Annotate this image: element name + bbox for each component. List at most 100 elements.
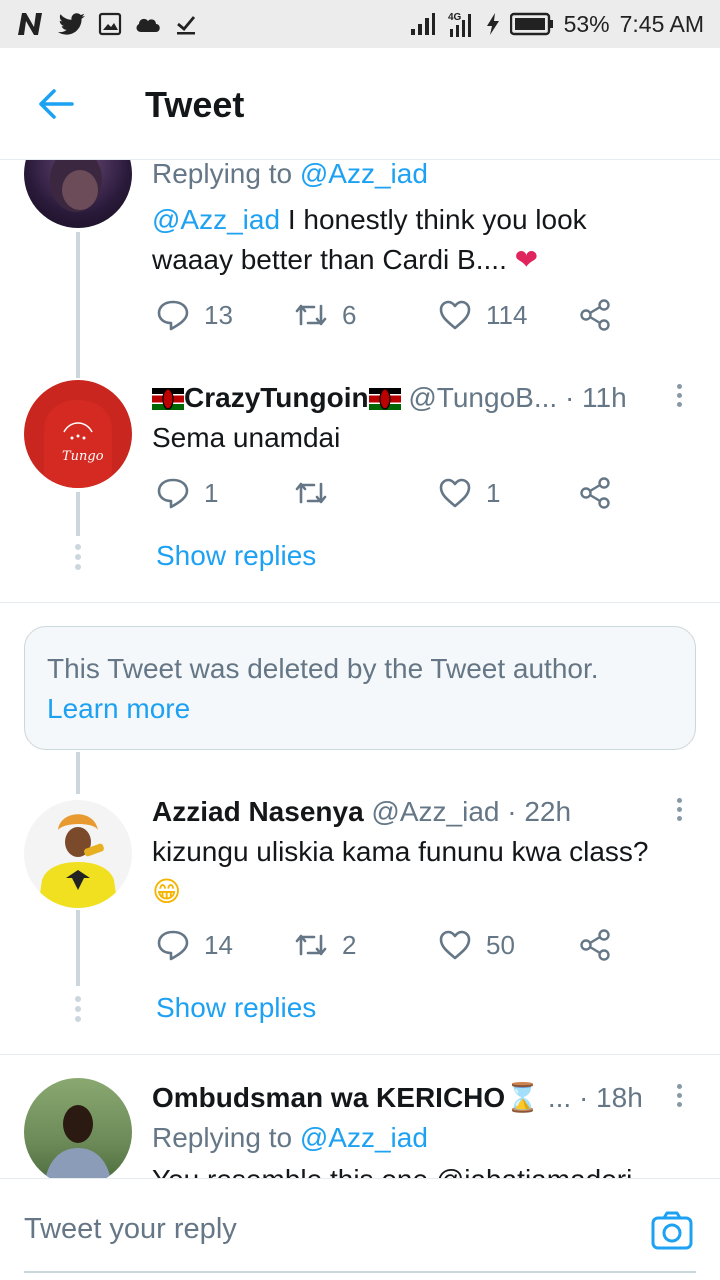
- more-options-icon[interactable]: [674, 384, 684, 411]
- like-action[interactable]: 1: [438, 476, 500, 510]
- download-check-icon: [177, 16, 196, 35]
- thread-line: [76, 910, 80, 986]
- avatar[interactable]: Tungo: [24, 380, 132, 488]
- like-action[interactable]: 114: [438, 298, 527, 332]
- tweet-text-line: kizungu uliskia kama fununu kwa class?: [152, 836, 649, 867]
- signal-icon: [410, 13, 435, 35]
- reply-icon: [157, 478, 189, 509]
- status-right-icons: 4G 53% 7:45 AM: [410, 10, 704, 38]
- retweet-action[interactable]: 6: [294, 298, 356, 332]
- avatar[interactable]: [24, 160, 132, 228]
- tweet-text-line2: waaay better than Cardi B....: [152, 244, 507, 275]
- divider: [0, 602, 720, 603]
- user-handle[interactable]: @TungoB...: [408, 382, 557, 413]
- reply-action[interactable]: 1: [156, 476, 218, 510]
- replying-prefix: Replying to: [152, 1122, 293, 1153]
- avatar-photo: [50, 160, 102, 212]
- tweet-header: Azziad Nasenya @Azz_iad · 22h: [152, 792, 571, 832]
- kenya-flag-icon: [368, 388, 401, 410]
- show-replies-link[interactable]: Show replies: [156, 540, 316, 572]
- thread-line: [76, 232, 80, 378]
- battery-icon: [509, 12, 553, 36]
- thread-line: [76, 492, 80, 536]
- thread-dots: [75, 544, 81, 574]
- tweet-feed[interactable]: Replying to @Azz_iad @Azz_iad I honestly…: [0, 160, 720, 1178]
- share-action[interactable]: [578, 928, 612, 962]
- retweet-count: 6: [342, 299, 357, 330]
- avatar[interactable]: [24, 800, 132, 908]
- tweet-text-partial: You resemble this one @jabatiamadori: [152, 1160, 632, 1178]
- deleted-text: This Tweet was deleted by the Tweet auth…: [47, 653, 599, 684]
- reply-action[interactable]: 13: [156, 298, 233, 332]
- signal-4g-icon: 4G: [448, 12, 471, 37]
- like-count: 50: [486, 929, 515, 960]
- tweet-header: Ombudsman wa KERICHO⌛ ... · 18h: [152, 1078, 662, 1118]
- tweet-text: @Azz_iad I honestly think you look waaay…: [152, 200, 632, 280]
- app-bar: Tweet: [0, 48, 720, 160]
- tweet-text: kizungu uliskia kama fununu kwa class? 😁: [152, 832, 692, 912]
- like-count: 114: [486, 299, 528, 330]
- share-icon: [580, 929, 610, 961]
- heart-icon: [439, 930, 471, 960]
- deleted-tweet-notice: This Tweet was deleted by the Tweet auth…: [24, 626, 696, 750]
- reply-count: 1: [204, 477, 219, 508]
- share-action[interactable]: [578, 298, 612, 332]
- replying-handle-link[interactable]: @Azz_iad: [300, 160, 428, 189]
- display-name[interactable]: Ombudsman wa KERICHO: [152, 1082, 505, 1113]
- page-title: Tweet: [145, 84, 245, 125]
- avatar-photo: [38, 814, 118, 908]
- reply-icon: [157, 300, 189, 331]
- share-icon: [580, 299, 610, 331]
- tweet-time: · 22h: [507, 796, 572, 827]
- clock: 7:45 AM: [619, 10, 704, 37]
- display-name[interactable]: Azziad Nasenya: [152, 796, 364, 827]
- tweet-actions: 13 6 114: [152, 298, 632, 338]
- status-bar: 4G 53% 7:45 AM: [0, 0, 720, 48]
- retweet-action[interactable]: [294, 476, 342, 510]
- kenya-flag-icon: [152, 388, 184, 410]
- thread-line: [76, 752, 80, 794]
- avatar[interactable]: [24, 1078, 132, 1178]
- news-n-icon: [18, 13, 42, 35]
- share-action[interactable]: [578, 476, 612, 510]
- user-handle[interactable]: ...: [548, 1082, 571, 1113]
- replying-to: Replying to @Azz_iad: [152, 160, 428, 194]
- retweet-count: 2: [342, 929, 357, 960]
- tweet-text: Sema unamdai: [152, 422, 341, 453]
- replying-handle-link[interactable]: @Azz_iad: [300, 1122, 428, 1153]
- tweet-actions: 14 2 50: [152, 928, 632, 968]
- status-left-icons: [16, 11, 198, 37]
- more-options-icon[interactable]: [674, 798, 684, 825]
- divider: [0, 1054, 720, 1055]
- reply-count: 14: [204, 929, 233, 960]
- heart-icon: [439, 478, 471, 508]
- display-name[interactable]: CrazyTungoin: [184, 382, 369, 413]
- replying-to: Replying to @Azz_iad: [152, 1118, 428, 1158]
- avatar-photo: Tungo: [44, 400, 112, 488]
- tweet-header: CrazyTungoin @TungoB... · 11h: [152, 378, 662, 418]
- reply-bar: Tweet your reply: [0, 1178, 720, 1280]
- replying-prefix: Replying to: [152, 160, 293, 189]
- camera-icon[interactable]: [650, 1209, 694, 1253]
- back-arrow-icon[interactable]: [36, 84, 76, 124]
- like-action[interactable]: 50: [438, 928, 515, 962]
- retweet-icon: [295, 934, 327, 956]
- more-options-icon[interactable]: [674, 1084, 684, 1111]
- like-count: 1: [486, 477, 501, 508]
- retweet-action[interactable]: 2: [294, 928, 356, 962]
- heart-emoji: ❤: [514, 244, 539, 275]
- reply-input[interactable]: Tweet your reply: [24, 1213, 237, 1246]
- retweet-icon: [295, 304, 327, 326]
- reply-underline: [24, 1271, 696, 1273]
- mention-link[interactable]: @Azz_iad: [152, 204, 280, 235]
- reply-icon: [157, 930, 189, 961]
- user-handle[interactable]: @Azz_iad: [371, 796, 499, 827]
- show-replies-link[interactable]: Show replies: [156, 992, 316, 1024]
- reply-action[interactable]: 14: [156, 928, 233, 962]
- charging-bolt-icon: [486, 13, 499, 35]
- heart-icon: [439, 300, 471, 330]
- tweet-time: · 18h: [578, 1082, 643, 1113]
- image-icon: [98, 12, 122, 36]
- learn-more-link[interactable]: Learn more: [47, 689, 673, 729]
- svg-text:4G: 4G: [448, 12, 462, 23]
